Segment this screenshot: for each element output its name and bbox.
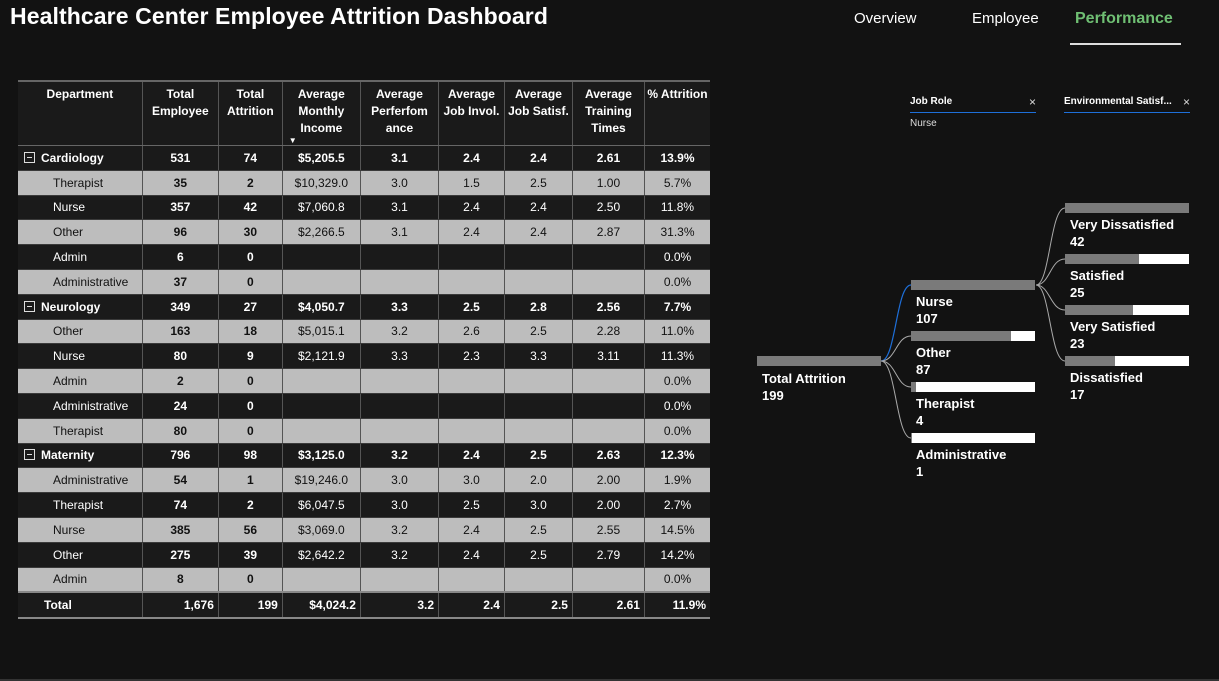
- level2-node[interactable]: Dissatisfied 17: [1070, 369, 1143, 403]
- level2-bar-fill: [1065, 305, 1134, 315]
- level1-node[interactable]: Therapist 4: [916, 395, 975, 429]
- level1-node-value: 107: [916, 311, 938, 326]
- connector-root-nurse: [880, 284, 912, 362]
- level1-node-label: Other: [916, 345, 951, 360]
- connector-root-other: [880, 335, 912, 362]
- connector-root-administrative: [880, 360, 912, 439]
- level2-node[interactable]: Satisfied 25: [1070, 267, 1124, 301]
- decomposition-tree: Total Attrition 199 Nurse 107 Other 87 Thera…: [0, 0, 1219, 681]
- level1-node-value: 4: [916, 413, 924, 428]
- level2-node-value: 23: [1070, 336, 1085, 351]
- connector-nurse-very-dissatisfied: [1035, 207, 1066, 286]
- level1-node-value: 87: [916, 362, 931, 377]
- level1-bar-fill: [911, 280, 1035, 290]
- connector-root-therapist: [880, 360, 912, 388]
- level2-bar[interactable]: [1065, 356, 1189, 366]
- level1-node[interactable]: Nurse 107: [916, 293, 953, 327]
- tree-connectors: [880, 207, 1066, 439]
- root-node[interactable]: Total Attrition 199: [762, 370, 846, 404]
- level2-bar[interactable]: [1065, 305, 1189, 315]
- level2-node-value: 42: [1070, 234, 1085, 249]
- level2-node[interactable]: Very Dissatisfied 42: [1070, 216, 1174, 250]
- connector-nurse-dissatisfied: [1035, 284, 1066, 362]
- level1-bar[interactable]: [911, 382, 1035, 392]
- root-label: Total Attrition: [762, 371, 846, 386]
- level1-node-value: 1: [916, 464, 924, 479]
- level2-bar[interactable]: [1065, 203, 1189, 213]
- level2-node-label: Dissatisfied: [1070, 370, 1143, 385]
- level1-node[interactable]: Administrative 1: [916, 446, 1006, 480]
- level2-node-value: 25: [1070, 285, 1085, 300]
- level2-bar-fill: [1065, 356, 1115, 366]
- connector-nurse-very-satisfied: [1035, 284, 1066, 311]
- level1-bar[interactable]: [911, 433, 1035, 443]
- level1-bar-fill: [911, 433, 913, 443]
- level1-node-label: Administrative: [916, 447, 1007, 462]
- level1-bar-fill: [911, 331, 1012, 341]
- level1-node[interactable]: Other 87: [916, 344, 951, 378]
- level1-node-label: Nurse: [916, 294, 953, 309]
- level2-node[interactable]: Very Satisfied 23: [1070, 318, 1155, 352]
- level1-node-label: Therapist: [916, 396, 975, 411]
- level2-bar-fill: [1065, 203, 1189, 213]
- level2-node-value: 17: [1070, 387, 1085, 402]
- connector-nurse-satisfied: [1035, 258, 1066, 286]
- root-value: 199: [762, 388, 784, 403]
- level2-bar[interactable]: [1065, 254, 1189, 264]
- level2-node-label: Very Dissatisfied: [1070, 217, 1175, 232]
- level1-bar-fill: [911, 382, 916, 392]
- level1-bar[interactable]: [911, 331, 1035, 341]
- level1-bar[interactable]: [911, 280, 1035, 290]
- level2-bar-fill: [1065, 254, 1140, 264]
- root-bar[interactable]: [757, 356, 881, 366]
- level2-node-label: Satisfied: [1070, 268, 1125, 283]
- level2-node-label: Very Satisfied: [1070, 319, 1156, 334]
